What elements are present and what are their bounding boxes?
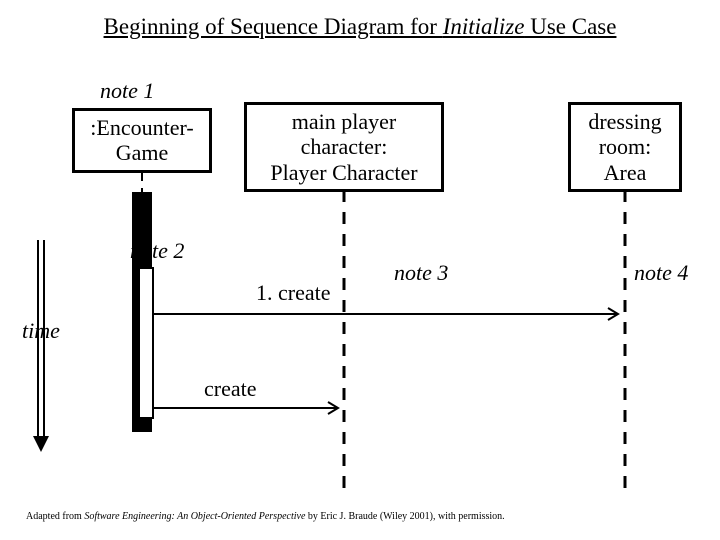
footer-ital: Software Engineering: An Object-Oriented…	[84, 511, 305, 522]
title-pre: Beginning of Sequence Diagram for	[104, 14, 443, 39]
note-2: note 2	[130, 238, 184, 264]
object-player-character: main player character: Player Character	[244, 102, 444, 192]
note-1: note 1	[100, 78, 154, 104]
time-axis-label: time	[22, 318, 60, 344]
note-3: note 3	[394, 260, 448, 286]
footer-post: by Eric J. Braude (Wiley 2001), with per…	[305, 511, 504, 522]
object-label: dressing room: Area	[588, 109, 661, 185]
object-label: :Encounter- Game	[90, 115, 193, 165]
diagram-title: Beginning of Sequence Diagram for Initia…	[0, 14, 720, 40]
title-post: Use Case	[524, 14, 616, 39]
object-label: main player character: Player Character	[270, 109, 417, 185]
footer-pre: Adapted from	[26, 511, 84, 522]
object-encounter-game: :Encounter- Game	[72, 108, 212, 173]
note-4: note 4	[634, 260, 688, 286]
attribution-footer: Adapted from Software Engineering: An Ob…	[26, 511, 505, 522]
object-area: dressing room: Area	[568, 102, 682, 192]
title-italic: Initialize	[443, 14, 525, 39]
message-create: create	[204, 376, 257, 402]
message-1-create: 1. create	[256, 280, 331, 306]
